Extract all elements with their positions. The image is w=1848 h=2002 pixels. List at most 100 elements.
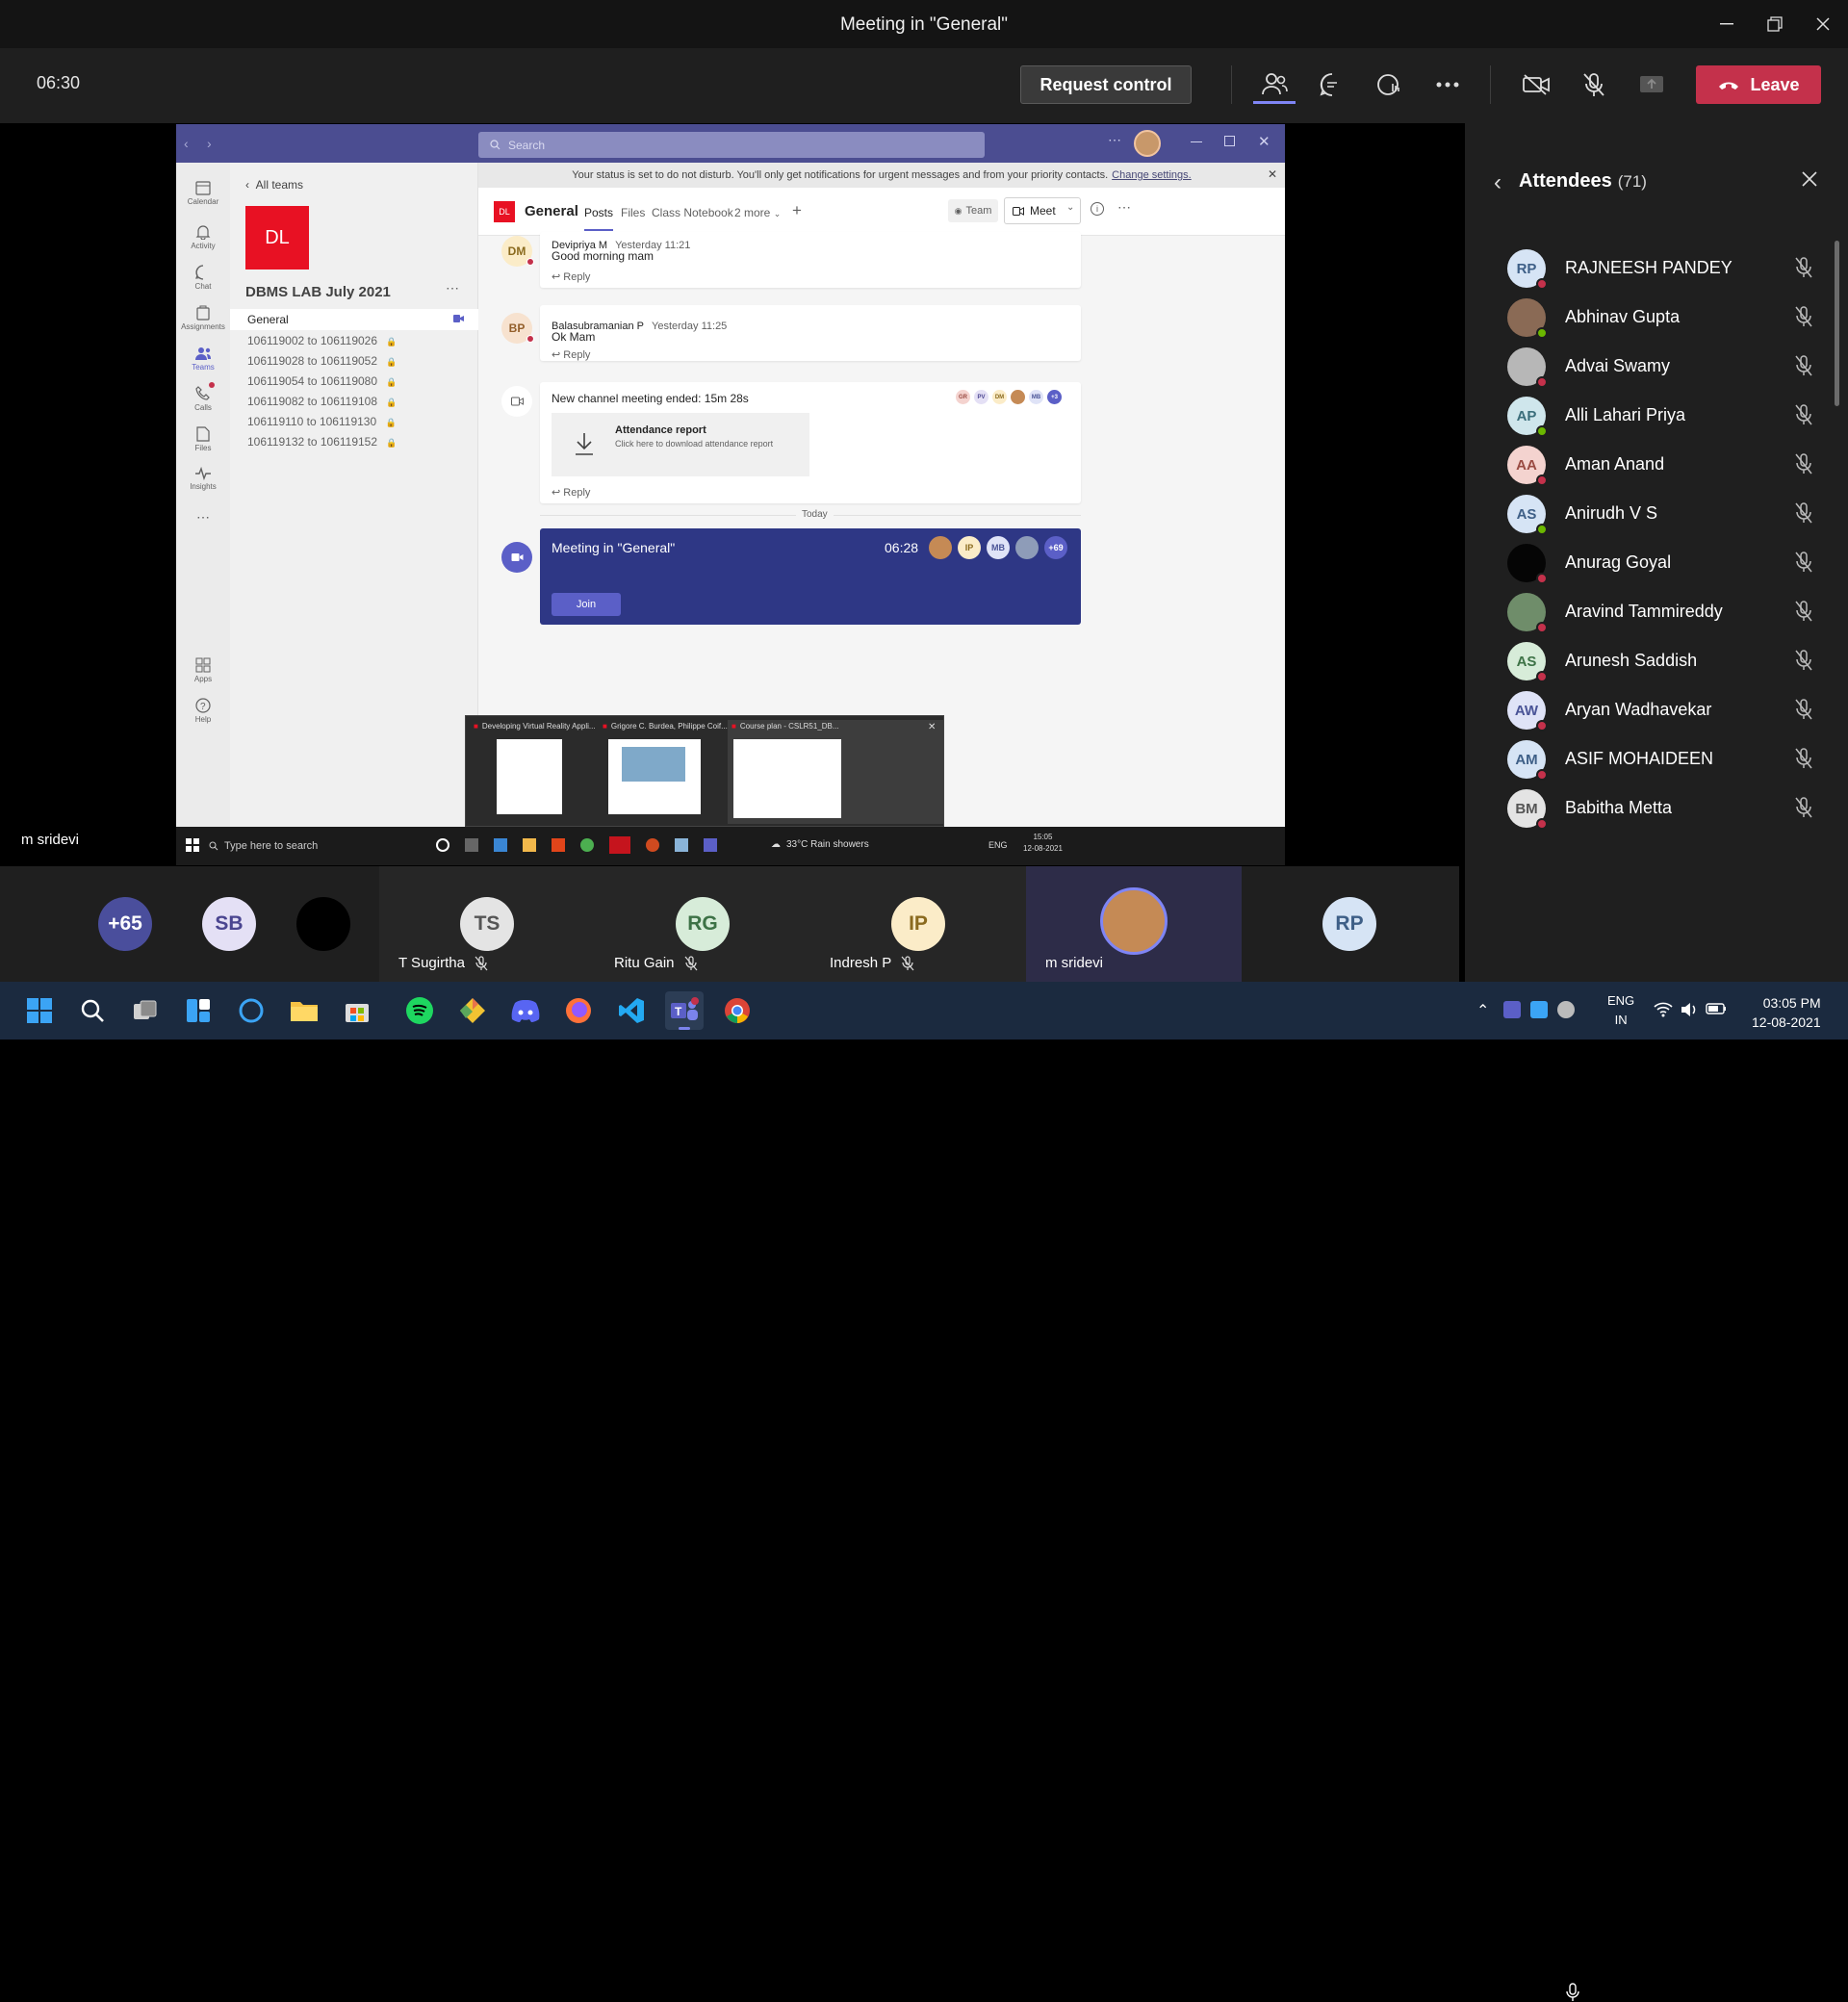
chrome-button[interactable]: [718, 991, 757, 1030]
attendee-row[interactable]: Abhinav Gupta: [1486, 294, 1833, 346]
add-tab-icon[interactable]: +: [792, 201, 802, 220]
all-teams-link[interactable]: ‹ All teams: [245, 178, 303, 192]
rail-calendar[interactable]: Calendar: [176, 180, 230, 206]
participant-tile[interactable]: [295, 866, 352, 982]
rail-files[interactable]: Files: [176, 426, 230, 452]
channel-item[interactable]: 106119002 to 106119026 🔒: [247, 334, 398, 347]
back-arrow-icon[interactable]: ‹: [184, 136, 189, 151]
attendees-scrollbar[interactable]: [1835, 241, 1839, 406]
snip-icon[interactable]: [675, 838, 688, 852]
channel-item[interactable]: 106119082 to 106119108 🔒: [247, 395, 398, 408]
attendee-row[interactable]: AW Aryan Wadhavekar: [1486, 686, 1833, 738]
rail-more-icon[interactable]: ⋯: [176, 509, 230, 526]
attendee-row[interactable]: Aravind Tammireddy: [1486, 588, 1833, 640]
close-panel-button[interactable]: [1802, 171, 1817, 187]
channel-item[interactable]: 106119054 to 106119080 🔒: [247, 374, 398, 388]
task-view-button[interactable]: [126, 991, 165, 1030]
more-actions-button[interactable]: [1426, 65, 1469, 104]
attendee-row[interactable]: Advai Swamy: [1486, 343, 1833, 395]
more-icon[interactable]: ⋯: [1108, 132, 1121, 148]
minimize-button[interactable]: [1707, 10, 1746, 38]
rail-insights[interactable]: Insights: [176, 467, 230, 491]
participant-tile[interactable]: m sridevi: [1026, 866, 1242, 982]
thumbnail-item-active[interactable]: ■ Course plan - CSLR51_DB... ✕: [728, 720, 943, 824]
participants-button[interactable]: [1253, 65, 1296, 104]
join-button[interactable]: Join: [552, 593, 621, 616]
cortana-button[interactable]: [232, 991, 270, 1030]
rail-chat[interactable]: Chat: [176, 265, 230, 291]
attendee-row[interactable]: AA Aman Anand: [1486, 441, 1833, 493]
powerpoint-icon[interactable]: [646, 838, 659, 852]
participant-tile[interactable]: IP Indresh P: [810, 866, 1026, 982]
discord-button[interactable]: [506, 991, 545, 1030]
attendee-row[interactable]: BM Babitha Metta: [1486, 784, 1833, 836]
restore-button[interactable]: [1756, 10, 1794, 38]
channel-item[interactable]: 106119028 to 106119052 🔒: [247, 354, 398, 368]
teams-icon[interactable]: [704, 838, 717, 852]
wifi-icon[interactable]: [1654, 1002, 1673, 1017]
reply-button[interactable]: ↩ Reply: [552, 486, 590, 499]
attendee-row[interactable]: AM ASIF MOHAIDEEN: [1486, 735, 1833, 787]
team-more-icon[interactable]: ⋯: [446, 280, 459, 296]
teams-search-box[interactable]: Search: [478, 132, 985, 158]
chat-button[interactable]: [1311, 65, 1353, 104]
firefox-button[interactable]: [559, 991, 598, 1030]
rail-help[interactable]: ? Help: [176, 698, 230, 724]
mic-button[interactable]: [1573, 65, 1615, 104]
tray-defender-icon[interactable]: [1530, 1001, 1548, 1018]
more-icon[interactable]: ⋯: [1117, 199, 1131, 216]
camera-button[interactable]: [1515, 65, 1557, 104]
leave-button[interactable]: Leave: [1696, 65, 1821, 104]
close-icon[interactable]: ✕: [928, 722, 936, 732]
channel-item[interactable]: 106119110 to 106119130 🔒: [247, 415, 397, 428]
battery-icon[interactable]: [1706, 1003, 1727, 1014]
folder-icon[interactable]: [523, 838, 536, 852]
attendee-row[interactable]: Anurag Goyal: [1486, 539, 1833, 591]
rail-teams[interactable]: Teams: [176, 346, 230, 372]
taskbar-search[interactable]: Type here to search: [209, 834, 411, 858]
profile-avatar[interactable]: [1134, 130, 1161, 157]
reply-button[interactable]: ↩ Reply: [552, 270, 590, 283]
tab-files[interactable]: Files: [621, 206, 645, 219]
store-button[interactable]: [338, 991, 376, 1030]
search-button[interactable]: [73, 991, 112, 1030]
tray-app-icon[interactable]: [1557, 1001, 1575, 1018]
close-icon[interactable]: ✕: [1258, 133, 1270, 150]
participant-tile[interactable]: RP: [1242, 866, 1457, 982]
rail-assignments[interactable]: Assignments: [176, 305, 230, 331]
task-view-icon[interactable]: [465, 838, 478, 852]
attendee-row[interactable]: AS Arunesh Saddish: [1486, 637, 1833, 689]
chrome-icon[interactable]: [580, 838, 594, 852]
teams-button[interactable]: T: [665, 991, 704, 1030]
participant-tile[interactable]: SB: [200, 866, 258, 982]
volume-icon[interactable]: [1681, 1002, 1698, 1017]
close-window-button[interactable]: [1804, 10, 1842, 38]
file-explorer-button[interactable]: [285, 991, 323, 1030]
tray-mic-icon[interactable]: [1566, 1983, 1579, 2002]
taskbar-clock[interactable]: 03:05 PM 12-08-2021: [1752, 993, 1821, 1032]
weather-widget[interactable]: ☁ 33°C Rain showers: [771, 839, 869, 850]
back-arrow-icon[interactable]: ‹: [1494, 169, 1502, 196]
rail-calls[interactable]: Calls: [176, 382, 230, 412]
tab-class-notebook[interactable]: Class Notebook: [652, 206, 733, 219]
cortana-icon[interactable]: [436, 838, 449, 852]
rail-activity[interactable]: Activity: [176, 224, 230, 250]
shared-screen[interactable]: ‹ › Search ⋯ ✕ Calendar Activity Chat As…: [176, 124, 1285, 865]
office-icon[interactable]: [552, 838, 565, 852]
attendee-row[interactable]: AP Alli Lahari Priya: [1486, 392, 1833, 444]
channel-item[interactable]: 106119132 to 106119152 🔒: [247, 435, 398, 449]
widgets-button[interactable]: [179, 991, 218, 1030]
meet-button[interactable]: Meet ⌄: [1004, 197, 1081, 224]
minimize-icon[interactable]: [1191, 141, 1202, 142]
share-button[interactable]: [1630, 65, 1673, 104]
participant-tile[interactable]: TS T Sugirtha: [379, 866, 595, 982]
tab-posts[interactable]: Posts: [584, 206, 614, 231]
attendee-row[interactable]: RP RAJNEESH PANDEY: [1486, 244, 1833, 296]
rail-apps[interactable]: Apps: [176, 657, 230, 683]
reactions-button[interactable]: [1369, 65, 1411, 104]
start-button[interactable]: [20, 991, 59, 1030]
attendee-row[interactable]: AS Anirudh V S: [1486, 490, 1833, 542]
spotify-button[interactable]: [400, 991, 439, 1030]
tray-chevron-up-icon[interactable]: ⌃: [1476, 1001, 1489, 1020]
edge-icon[interactable]: [494, 838, 507, 852]
